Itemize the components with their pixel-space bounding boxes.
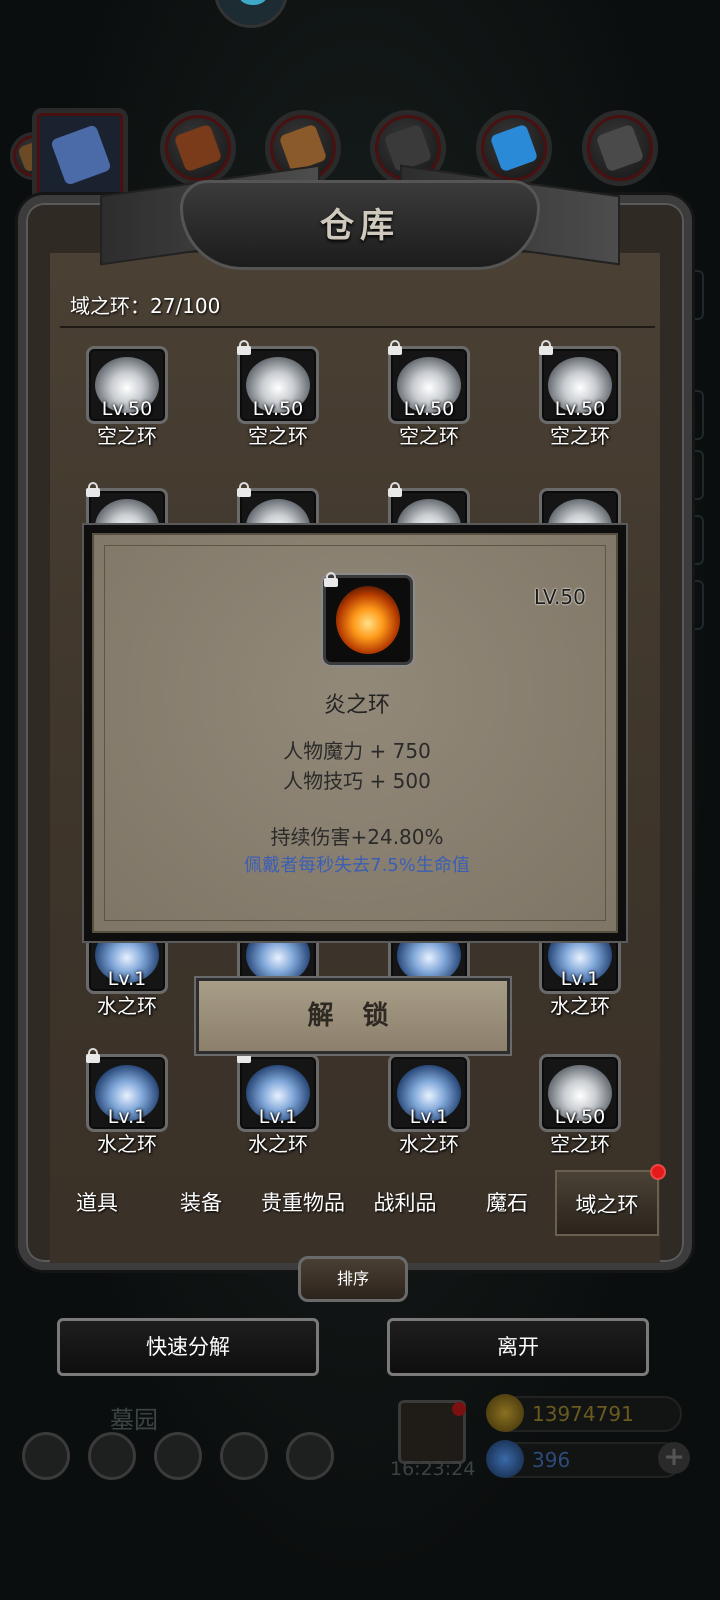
crystal-resource-icon[interactable] bbox=[476, 110, 552, 186]
gift-notification-dot bbox=[452, 1402, 466, 1416]
fire-ring-art bbox=[336, 586, 400, 654]
item-level: Lv.1 bbox=[107, 968, 147, 990]
sort-button[interactable]: 排序 bbox=[298, 1256, 408, 1302]
item-level: Lv.50 bbox=[403, 398, 455, 420]
lock-icon bbox=[86, 482, 100, 497]
location-label: 墓园 bbox=[110, 1406, 158, 1434]
skill-icon[interactable] bbox=[286, 1432, 334, 1480]
item-slot[interactable]: Lv.50 空之环 bbox=[539, 340, 621, 448]
item-level: Lv.50 bbox=[101, 398, 153, 420]
item-name: 空之环 bbox=[399, 424, 459, 448]
item-name: 炎之环 bbox=[323, 693, 390, 718]
item-level: LV.50 bbox=[534, 585, 586, 609]
item-name: 空之环 bbox=[248, 424, 308, 448]
tab-domain-ring[interactable]: 域之环 bbox=[555, 1170, 659, 1236]
divider bbox=[60, 326, 655, 328]
screen: 35 8088 13557 1322 1395044 仓库 域之环：27/100… bbox=[0, 0, 720, 1600]
item-name: 空之环 bbox=[550, 1132, 610, 1156]
tab-loot[interactable]: 战利品 bbox=[353, 1170, 457, 1236]
clock: 16:23:24 bbox=[390, 1458, 476, 1480]
item-name: 水之环 bbox=[97, 1132, 157, 1156]
item-stat: 人物魔力 + 750 bbox=[283, 739, 431, 763]
item-level: Lv.1 bbox=[258, 1106, 298, 1128]
gold-amount: 13974791 bbox=[532, 1402, 634, 1426]
item-level: Lv.1 bbox=[107, 1106, 147, 1128]
item-name: 空之环 bbox=[550, 424, 610, 448]
tab-magic-stone[interactable]: 魔石 bbox=[455, 1170, 559, 1236]
item-level: Lv.50 bbox=[554, 1106, 606, 1128]
category-tabs: 道具 装备 贵重物品 战利品 魔石 域之环 bbox=[55, 1170, 665, 1236]
item-slot[interactable]: Lv.1 水之环 bbox=[86, 1048, 168, 1156]
gem-amount: 396 bbox=[532, 1448, 571, 1472]
pentagram-icon[interactable] bbox=[88, 1432, 136, 1480]
item-detail-popup: LV.50 炎之环 人物魔力 + 750 人物技巧 + 500 持续伤害+24.… bbox=[82, 523, 628, 943]
item-slot[interactable]: Lv.50 空之环 bbox=[539, 1054, 621, 1156]
ore-resource-icon[interactable] bbox=[582, 110, 658, 186]
gold-coin-icon bbox=[486, 1394, 524, 1432]
item-level: Lv.50 bbox=[252, 398, 304, 420]
item-level: Lv.1 bbox=[409, 1106, 449, 1128]
item-drawback-note: 佩戴者每秒失去7.5%生命值 bbox=[244, 855, 470, 876]
item-name: 水之环 bbox=[550, 994, 610, 1018]
leave-button[interactable]: 离开 bbox=[387, 1318, 649, 1376]
tab-valuables[interactable]: 贵重物品 bbox=[251, 1170, 355, 1236]
item-level: Lv.50 bbox=[554, 398, 606, 420]
ring-count-label: 域之环：27/100 bbox=[70, 294, 221, 318]
gem-icon bbox=[486, 1440, 524, 1478]
item-stat: 人物技巧 + 500 bbox=[283, 769, 431, 793]
add-currency-button[interactable]: + bbox=[658, 1442, 690, 1474]
quick-decompose-button[interactable]: 快速分解 bbox=[57, 1318, 319, 1376]
lock-icon bbox=[237, 482, 251, 497]
item-level: Lv.1 bbox=[560, 968, 600, 990]
lock-icon bbox=[324, 572, 338, 587]
tab-equipment[interactable]: 装备 bbox=[149, 1170, 253, 1236]
item-name: 水之环 bbox=[248, 1132, 308, 1156]
fire-ring-icon bbox=[323, 572, 413, 665]
crystal-portrait-icon[interactable] bbox=[32, 108, 128, 204]
item-slot[interactable]: Lv.50 空之环 bbox=[237, 340, 319, 448]
pet-avatar-icon[interactable] bbox=[214, 0, 288, 28]
item-name: 水之环 bbox=[97, 994, 157, 1018]
lock-icon bbox=[388, 482, 402, 497]
mail-icon[interactable] bbox=[220, 1432, 268, 1480]
tab-items[interactable]: 道具 bbox=[45, 1170, 149, 1236]
rune-icon[interactable] bbox=[154, 1432, 202, 1480]
item-slot[interactable]: Lv.1 水之环 bbox=[388, 1054, 470, 1156]
panel-title: 仓库 bbox=[320, 206, 400, 246]
item-slot[interactable]: Lv.50 空之环 bbox=[86, 346, 168, 448]
item-slot[interactable]: Lv.1 水之环 bbox=[237, 1048, 319, 1156]
item-effect: 持续伤害+24.80% bbox=[270, 825, 444, 849]
lock-icon bbox=[237, 340, 251, 355]
item-name: 空之环 bbox=[97, 424, 157, 448]
lock-icon bbox=[86, 1048, 100, 1063]
lock-icon bbox=[388, 340, 402, 355]
lock-icon bbox=[539, 340, 553, 355]
settings-icon[interactable] bbox=[22, 1432, 70, 1480]
item-name: 水之环 bbox=[399, 1132, 459, 1156]
notification-dot bbox=[650, 1164, 666, 1180]
unlock-button[interactable]: 解 锁 bbox=[196, 978, 510, 1054]
item-slot[interactable]: Lv.50 空之环 bbox=[388, 340, 470, 448]
popup-body: LV.50 炎之环 人物魔力 + 750 人物技巧 + 500 持续伤害+24.… bbox=[92, 533, 618, 933]
leather-resource-icon[interactable] bbox=[160, 110, 236, 186]
